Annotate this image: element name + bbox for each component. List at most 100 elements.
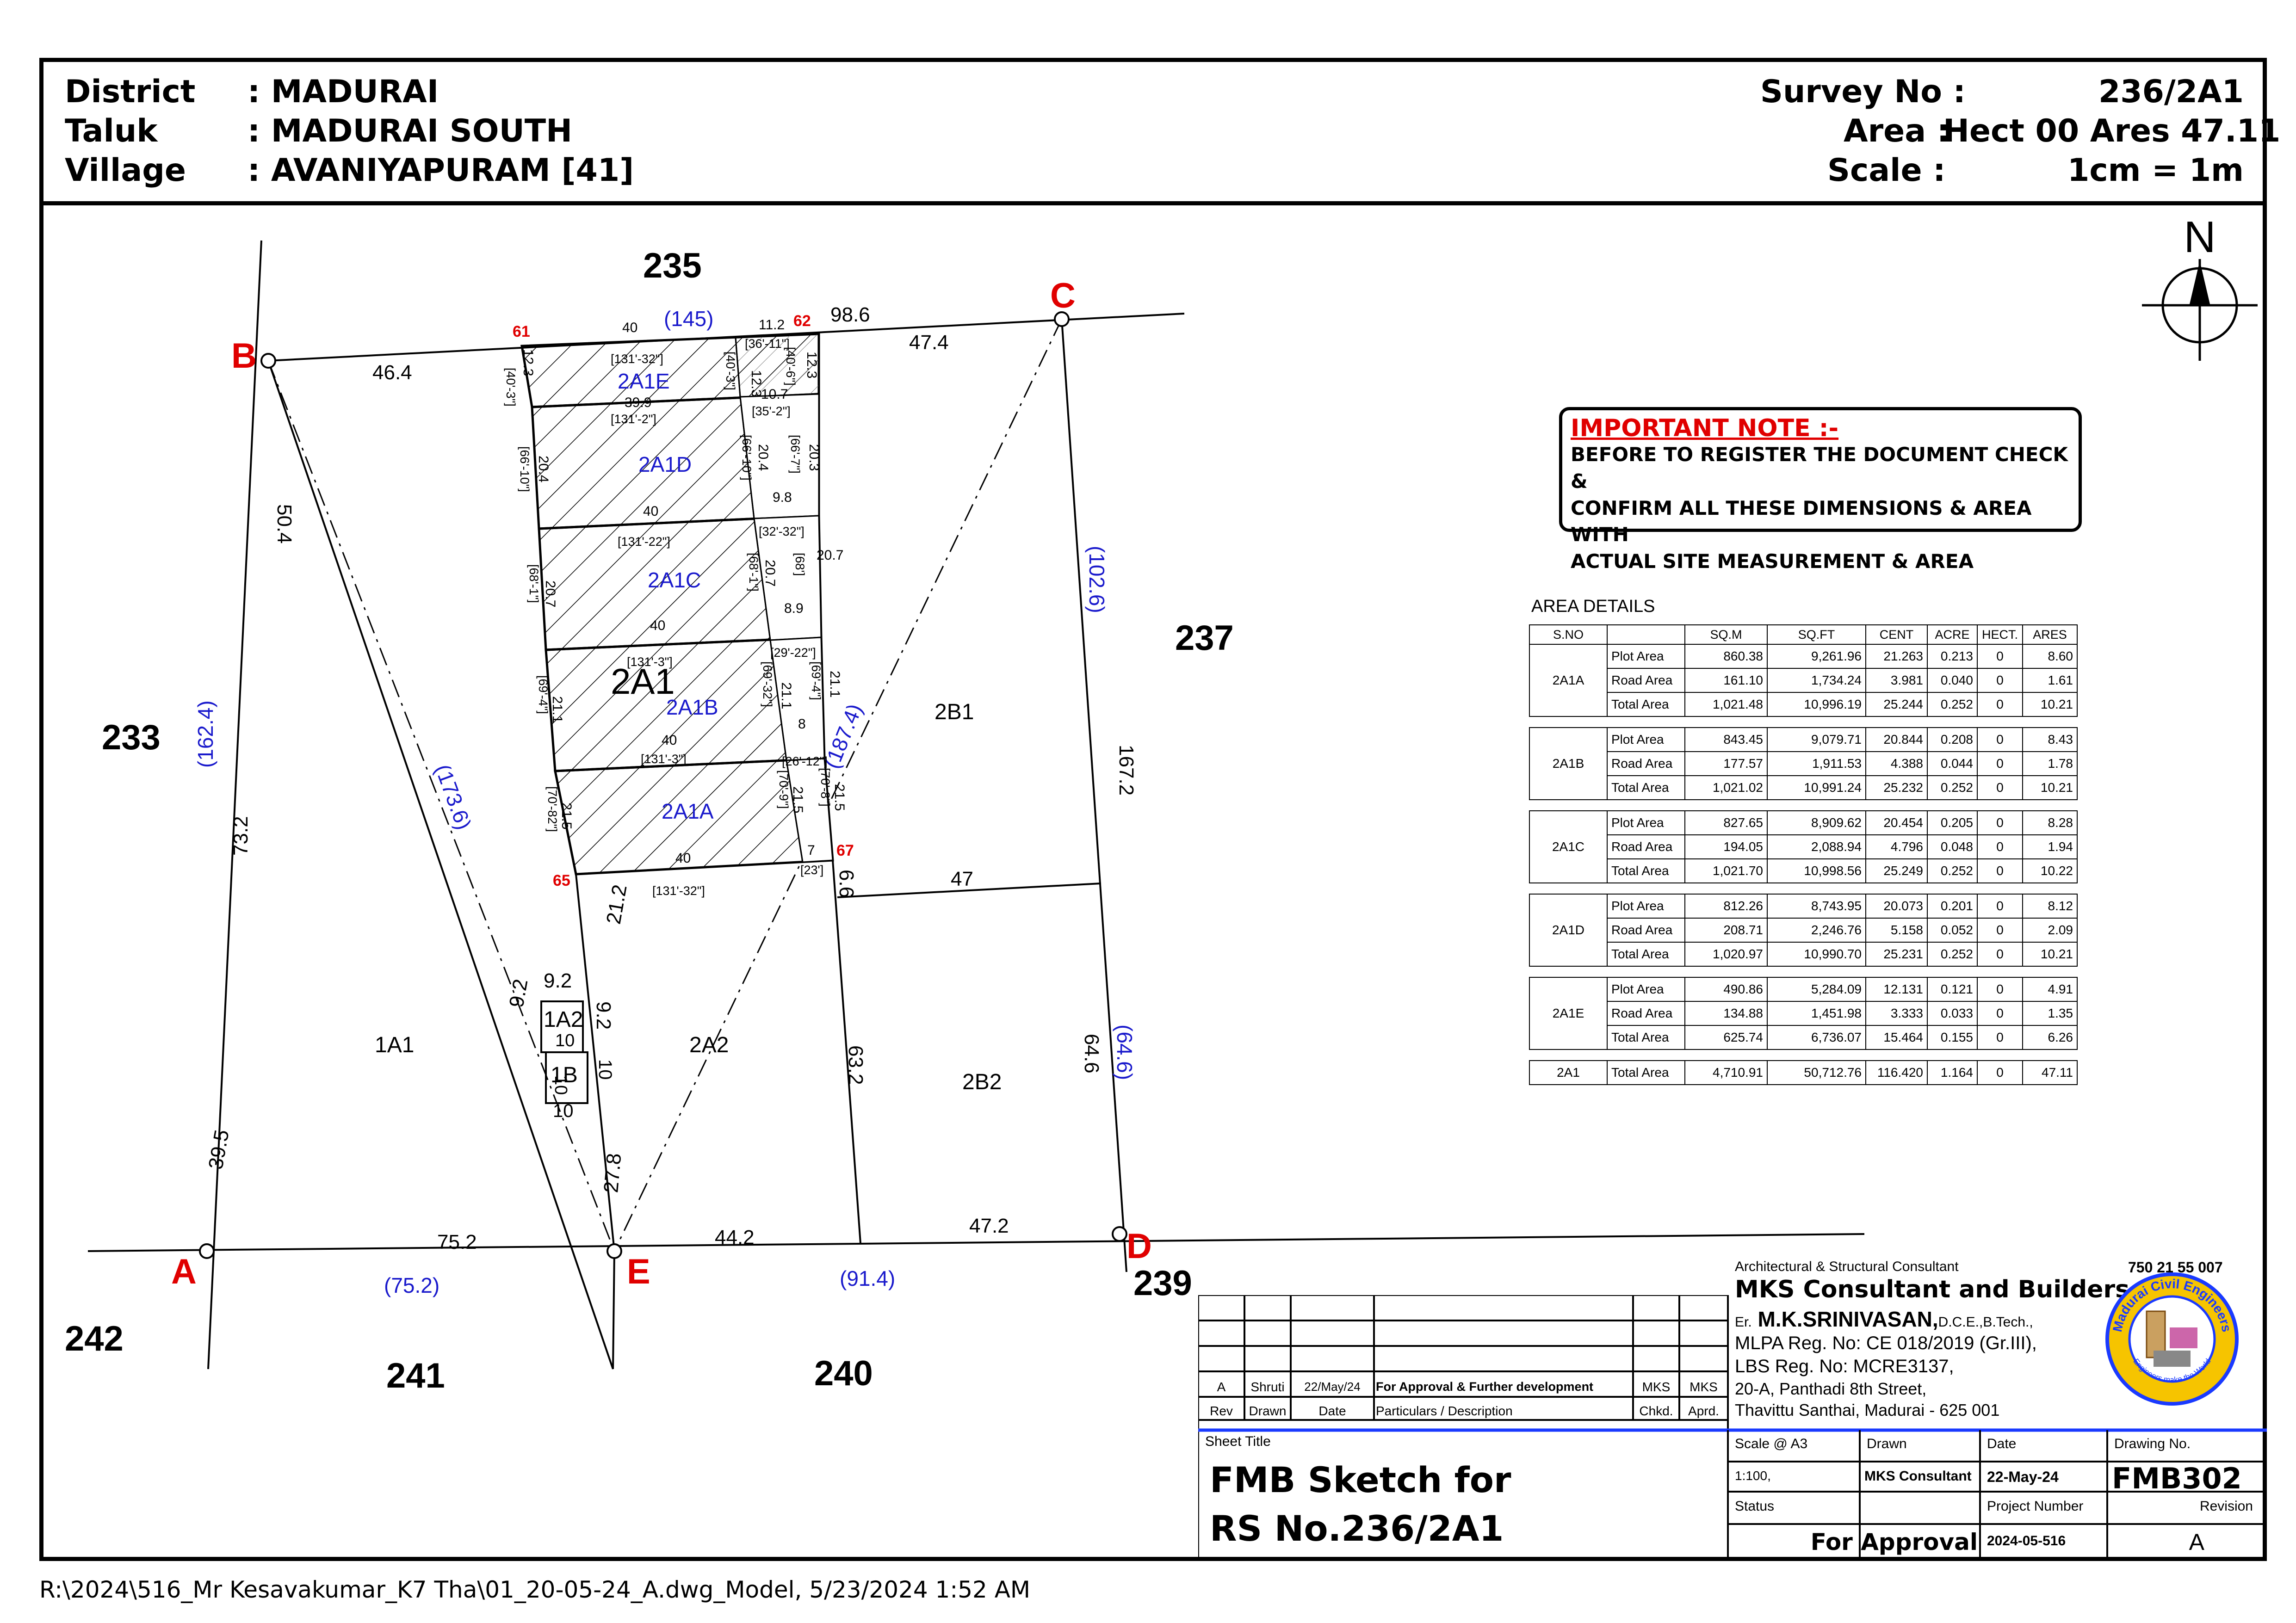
col-cent: CENT (1865, 624, 1928, 645)
label-2a2: 2A2 (689, 1033, 729, 1057)
area-value: 20.454 (1865, 810, 1928, 835)
dim-20-7b: 20.7 (762, 560, 778, 586)
area-value: 2,088.94 (1767, 834, 1866, 859)
survey-235: 235 (643, 246, 702, 285)
area-type: Plot Area (1607, 894, 1685, 919)
dim-20-3: 20.3 (806, 444, 822, 471)
area-value: 0 (1977, 894, 2023, 919)
ft-26-12: [26'-12"] (782, 754, 828, 768)
point-d: D (1126, 1227, 1152, 1266)
ft-70-82: [70'-82"] (545, 786, 559, 832)
area-value: 1,021.48 (1684, 692, 1768, 717)
dim-47-2: 47.2 (969, 1215, 1009, 1237)
area-value: 0.121 (1927, 977, 1978, 1002)
area-type: Road Area (1607, 1001, 1685, 1026)
area-value: 25.231 (1865, 942, 1928, 967)
area-total-value: 4,710.91 (1684, 1060, 1768, 1085)
ft-40-3b: [40'-3"] (724, 352, 737, 390)
north-label: N (2184, 212, 2216, 262)
area-spacer-row (1529, 800, 2077, 811)
consultant-engineer: Er. M.K.SRINIVASAN,D.C.E.,B.Tech., (1735, 1307, 2033, 1332)
area-value: 0 (1977, 727, 2023, 752)
dim-145: (145) (664, 307, 713, 331)
area-row: 2A1C Plot Area 827.65 8,909.62 20.454 0.205 0 8… (1529, 810, 2078, 883)
area-value: 0.213 (1927, 644, 1978, 669)
area-value: 827.65 (1684, 810, 1768, 835)
dim-9-8: 9.8 (773, 490, 792, 505)
dim-64-6: (64.6) (1113, 1024, 1137, 1080)
area-value: 5,284.09 (1767, 977, 1866, 1002)
col-ares: ARES (2022, 624, 2078, 645)
point-a: A (171, 1252, 197, 1291)
area-type: Road Area (1607, 918, 1685, 943)
area-value: 25.249 (1865, 858, 1928, 883)
dim-10d: 10 (553, 1101, 574, 1121)
consultant-addr1: 20-A, Panthadi 8th Street, (1735, 1379, 1927, 1398)
area-value: 0.252 (1927, 858, 1978, 883)
area-value: 0.040 (1927, 668, 1978, 693)
area-value: 1.61 (2022, 668, 2078, 693)
area-total-value: 47.11 (2022, 1060, 2078, 1085)
ft-29-22: [29'-22"] (770, 646, 816, 660)
area-value: 1,020.97 (1684, 942, 1768, 967)
ft-35-2: [35'-2"] (752, 404, 791, 418)
dim-73-2: 73.2 (229, 816, 252, 856)
status-label: Status (1735, 1499, 1775, 1514)
area-value: 10,990.70 (1767, 942, 1866, 967)
point-65: 65 (553, 872, 570, 889)
area-value: 0.252 (1927, 942, 1978, 967)
drawn-label: Drawn (1867, 1436, 1907, 1451)
area-value: 10,998.56 (1767, 858, 1866, 883)
area-total-row: 2A1 Total Area 4,710.91 50,712.76 116.420 1.1… (1529, 1060, 2078, 1085)
project-number-label: Project Number (1987, 1499, 2084, 1514)
rev-date: 22/May/24 (1304, 1380, 1361, 1394)
ft-40-6: [40'-6"] (784, 347, 798, 386)
area-row: 2A1B Plot Area 843.45 9,079.71 20.844 0.208 0 8… (1529, 727, 2078, 800)
area-details-table: S.NO SQ.M SQ.FT CENT ACRE HECT. ARES 2A1… (1529, 624, 2078, 1085)
area-row: Total Area 1,021.02 10,991.24 25.232 0.252 0 1… (1529, 775, 2078, 800)
dim-21-1b: 21.1 (779, 682, 794, 709)
area-header-row: S.NO SQ.M SQ.FT CENT ACRE HECT. ARES (1529, 624, 2078, 645)
area-value: 0 (1977, 858, 2023, 883)
scale-a3-label: Scale @ A3 (1735, 1436, 1808, 1451)
area-value: 1,911.53 (1767, 751, 1866, 776)
area-value: 10.21 (2022, 775, 2078, 800)
area-spacer-row (1529, 716, 2077, 728)
plot-2a1d: 2A1D (638, 452, 692, 476)
label-2b2: 2B2 (962, 1070, 1002, 1094)
area-value: 0 (1977, 692, 2023, 717)
area-sno: 2A1D (1529, 894, 1608, 967)
rev-header-rev: Rev (1210, 1404, 1233, 1418)
consultant-caption: Architectural & Structural Consultant (1735, 1259, 1959, 1274)
area-sno: 2A1A (1529, 644, 1608, 717)
area-type: Plot Area (1607, 644, 1685, 669)
area-value: 0 (1977, 644, 2023, 669)
area-value: 0.208 (1927, 727, 1978, 752)
ft-70-8: [70'-8"] (818, 768, 832, 807)
area-type: Total Area (1607, 858, 1685, 883)
note-title: IMPORTANT NOTE :- (1571, 414, 1839, 442)
revision-value: A (2189, 1529, 2204, 1555)
area-value: 4.91 (2022, 977, 2078, 1002)
area-value: 0 (1977, 1001, 2023, 1026)
area-total-value: 0 (1977, 1060, 2023, 1085)
consultant-mlpa: MLPA Reg. No: CE 018/2019 (Gr.III), (1735, 1333, 2037, 1353)
area-spacer-row (1529, 883, 2077, 894)
dim-47: 47 (951, 868, 973, 890)
col-sno: S.NO (1529, 624, 1608, 645)
ft-131-32a: [131'-32"] (611, 352, 663, 366)
area-row: 2A1D Plot Area 812.26 8,743.95 20.073 0.201 0 8… (1529, 894, 2078, 967)
ft-66-7: [66'-7"] (788, 435, 802, 474)
note-line2: CONFIRM ALL THESE DIMENSIONS & AREA WITH (1571, 496, 2032, 546)
area-value: 0.033 (1927, 1001, 1978, 1026)
area-value: 1,021.02 (1684, 775, 1768, 800)
area-value: 15.464 (1865, 1025, 1928, 1050)
area-type: Plot Area (1607, 810, 1685, 835)
area-value: 812.26 (1684, 894, 1768, 919)
rev-particulars: For Approval & Further development (1376, 1380, 1594, 1394)
sheet-title-label: Sheet Title (1205, 1434, 1271, 1449)
drawing-no-label: Drawing No. (2114, 1436, 2191, 1451)
area-row: Total Area 1,021.70 10,998.56 25.249 0.252 0 1… (1529, 858, 2078, 883)
dim-40-c: 40 (650, 618, 665, 633)
area-sno: 2A1B (1529, 727, 1608, 800)
